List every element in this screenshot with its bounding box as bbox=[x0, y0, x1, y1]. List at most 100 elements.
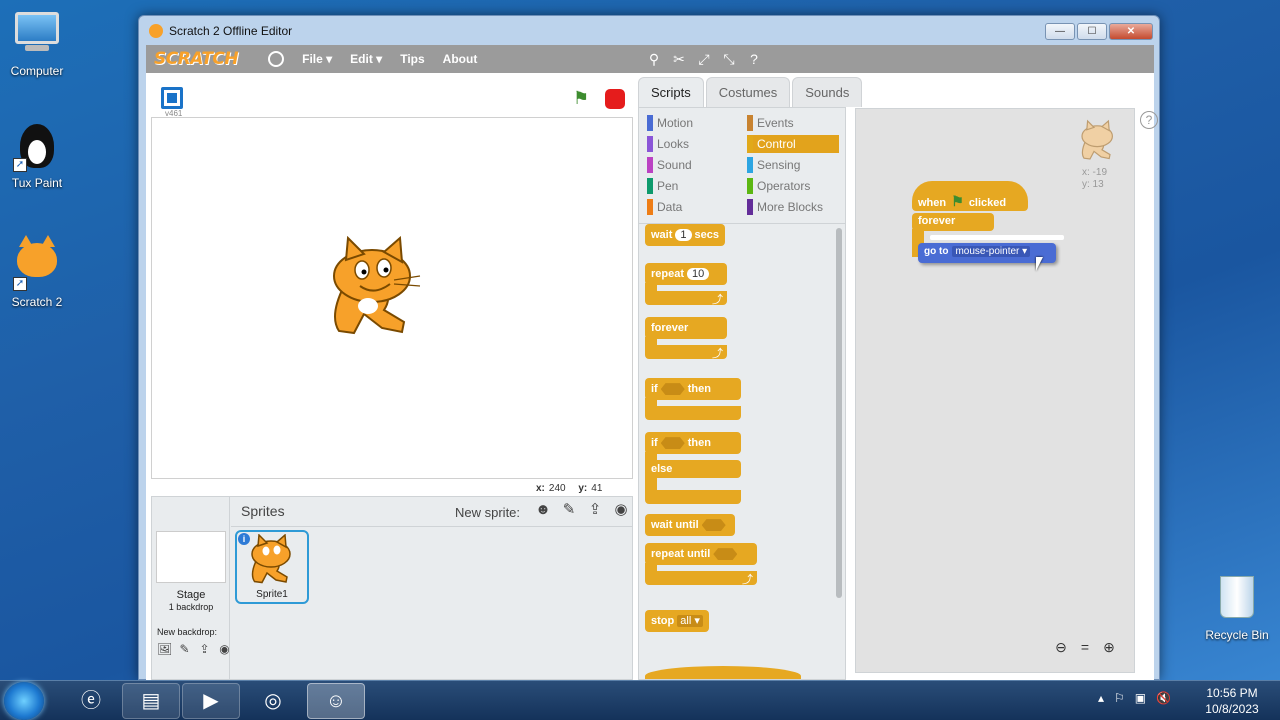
desktop-icon-tux-paint[interactable]: ➚ Tux Paint bbox=[0, 122, 74, 190]
palette-scrollbar[interactable] bbox=[836, 228, 842, 598]
condition-slot[interactable] bbox=[713, 548, 738, 561]
block-wait-until[interactable]: wait until bbox=[645, 514, 735, 536]
block-stop[interactable]: stop all ▾ bbox=[645, 610, 709, 632]
category-motion[interactable]: Motion bbox=[647, 114, 739, 132]
category-events[interactable]: Events bbox=[747, 114, 839, 132]
loop-arrow-icon: ⤴ bbox=[645, 345, 727, 360]
stop-option-dropdown[interactable]: all ▾ bbox=[677, 615, 703, 627]
internet-explorer-icon[interactable]: ⓔ bbox=[62, 683, 120, 719]
media-player-icon[interactable]: ▶ bbox=[182, 683, 240, 719]
goto-target-dropdown[interactable]: mouse-pointer ▾ bbox=[952, 246, 1031, 257]
stage-thumbnail[interactable] bbox=[156, 531, 226, 583]
camera-sprite-icon[interactable]: ◉ bbox=[612, 502, 630, 519]
condition-slot[interactable] bbox=[660, 383, 685, 396]
tab-costumes[interactable]: Costumes bbox=[705, 77, 791, 107]
close-button[interactable]: ✕ bbox=[1109, 23, 1153, 40]
sprite-library-icon[interactable]: ☻ bbox=[534, 502, 552, 519]
start-button-icon[interactable] bbox=[4, 682, 44, 720]
tab-scripts[interactable]: Scripts bbox=[638, 77, 704, 107]
category-more-blocks[interactable]: More Blocks bbox=[747, 198, 839, 216]
menu-file[interactable]: File ▾ bbox=[302, 52, 332, 66]
category-data[interactable]: Data bbox=[647, 198, 739, 216]
volume-muted-icon[interactable]: 🔇 bbox=[1156, 691, 1171, 705]
sprite-pane: Stage 1 backdrop New backdrop: 🖼 ✎ ⇪ ◉ S… bbox=[151, 496, 633, 680]
desktop-icon-recycle-bin[interactable]: Recycle Bin bbox=[1200, 572, 1274, 642]
block-forever[interactable]: forever ⤴ bbox=[645, 317, 741, 363]
scratch-taskbar-icon[interactable]: ☺ bbox=[307, 683, 365, 719]
block-hat-partial[interactable] bbox=[645, 666, 801, 679]
category-sensing[interactable]: Sensing bbox=[747, 156, 839, 174]
tab-sounds[interactable]: Sounds bbox=[792, 77, 863, 107]
taskbar-clock[interactable]: 10:56 PM 10/8/2023 bbox=[1192, 685, 1272, 717]
paint-sprite-icon[interactable]: ✎ bbox=[560, 502, 578, 519]
block-help-icon[interactable]: ? bbox=[746, 51, 762, 67]
shrink-icon[interactable]: ⤡ bbox=[721, 51, 737, 67]
action-center-icon[interactable]: ⚐ bbox=[1114, 691, 1125, 705]
sprite-name: Sprite1 bbox=[256, 589, 288, 600]
sprite-tile-sprite1[interactable]: i Sprite1 bbox=[235, 530, 309, 604]
menu-edit[interactable]: Edit ▾ bbox=[350, 52, 382, 66]
camera-backdrop-icon[interactable]: ◉ bbox=[217, 643, 232, 656]
block-if-then[interactable]: if then bbox=[645, 378, 741, 424]
desktop-icon-label: Recycle Bin bbox=[1205, 628, 1269, 642]
sprite-x-readout: x: -19 bbox=[1082, 167, 1108, 178]
category-control[interactable]: Control bbox=[747, 135, 839, 153]
block-if-then-else[interactable]: if then else bbox=[645, 432, 741, 508]
zoom-reset-icon[interactable]: = bbox=[1076, 640, 1094, 654]
menu-about[interactable]: About bbox=[443, 52, 478, 66]
title-bar[interactable]: Scratch 2 Offline Editor — ☐ ✕ bbox=[139, 16, 1159, 45]
category-pen[interactable]: Pen bbox=[647, 177, 739, 195]
paint-backdrop-icon[interactable]: ✎ bbox=[177, 643, 192, 656]
sprite1-cat-on-stage[interactable] bbox=[324, 236, 424, 340]
sprites-header: Sprites New sprite: ☻ ✎ ⇪ ◉ bbox=[231, 497, 633, 527]
help-icon[interactable]: ? bbox=[1140, 111, 1158, 129]
condition-slot[interactable] bbox=[660, 437, 685, 450]
minimize-button[interactable]: — bbox=[1045, 23, 1075, 40]
stop-sign-icon[interactable] bbox=[605, 89, 625, 109]
category-operators[interactable]: Operators bbox=[747, 177, 839, 195]
show-hidden-icons-icon[interactable]: ▴ bbox=[1098, 691, 1104, 705]
category-sound[interactable]: Sound bbox=[647, 156, 739, 174]
zoom-in-icon[interactable]: ⊕ bbox=[1100, 640, 1118, 654]
wait-secs-input[interactable]: 1 bbox=[675, 229, 692, 241]
block-wait-until-label: wait until bbox=[651, 519, 699, 531]
grow-icon[interactable]: ⤢ bbox=[696, 51, 712, 67]
block-repeat-until[interactable]: repeat until ⤴ bbox=[645, 543, 757, 589]
block-wait-secs[interactable]: wait 1 secs bbox=[645, 224, 726, 246]
fullscreen-icon[interactable] bbox=[161, 87, 183, 109]
block-wait-unit: secs bbox=[694, 229, 720, 241]
script-forever-block[interactable]: forever bbox=[912, 213, 994, 231]
hat-when-label: when bbox=[918, 197, 947, 209]
file-explorer-icon[interactable]: ▤ bbox=[122, 683, 180, 719]
network-icon[interactable]: ▣ bbox=[1135, 691, 1146, 705]
backdrop-library-icon[interactable]: 🖼 bbox=[157, 643, 172, 656]
category-looks[interactable]: Looks bbox=[647, 135, 739, 153]
stage-canvas[interactable] bbox=[151, 117, 633, 479]
maximize-button[interactable]: ☐ bbox=[1077, 23, 1107, 40]
new-sprite-label: New sprite: bbox=[455, 505, 521, 520]
green-flag-icon[interactable]: ⚑ bbox=[573, 89, 589, 107]
block-then-label: then bbox=[687, 383, 711, 395]
duplicate-stamp-icon[interactable]: ⚲ bbox=[646, 51, 662, 67]
zoom-controls: ⊖ = ⊕ bbox=[1052, 640, 1118, 654]
block-wait-label: wait bbox=[651, 229, 673, 241]
chrome-icon[interactable]: ◎ bbox=[244, 683, 302, 719]
script-area[interactable]: x: -19 y: 13 when ⚑ clicked forever go t… bbox=[855, 108, 1135, 673]
scratch-logo[interactable]: SCRATCH bbox=[154, 49, 239, 69]
control-blocks: wait 1 secs repeat 10 ⤴ forever ⤴ if then bbox=[639, 224, 835, 679]
desktop-icon-scratch-2[interactable]: ➚ Scratch 2 bbox=[0, 235, 74, 309]
condition-slot[interactable] bbox=[701, 519, 726, 532]
desktop-icon-label: Computer bbox=[10, 64, 64, 78]
desktop-icon-computer[interactable]: Computer bbox=[0, 8, 74, 78]
editor-area: v461 ⚑ x: 240 y: 41 Stage 1 backdrop New… bbox=[146, 73, 1158, 680]
repeat-count-input[interactable]: 10 bbox=[687, 268, 710, 280]
globe-icon[interactable] bbox=[268, 51, 285, 67]
block-repeat[interactable]: repeat 10 ⤴ bbox=[645, 263, 741, 309]
block-repeat-until-label: repeat until bbox=[651, 548, 711, 560]
upload-backdrop-icon[interactable]: ⇪ bbox=[197, 643, 212, 656]
upload-sprite-icon[interactable]: ⇪ bbox=[586, 502, 604, 519]
menu-tips[interactable]: Tips bbox=[400, 52, 424, 66]
zoom-out-icon[interactable]: ⊖ bbox=[1052, 640, 1070, 654]
delete-scissors-icon[interactable]: ✂ bbox=[671, 51, 687, 67]
script-when-flag-clicked[interactable]: when ⚑ clicked bbox=[912, 181, 1028, 211]
